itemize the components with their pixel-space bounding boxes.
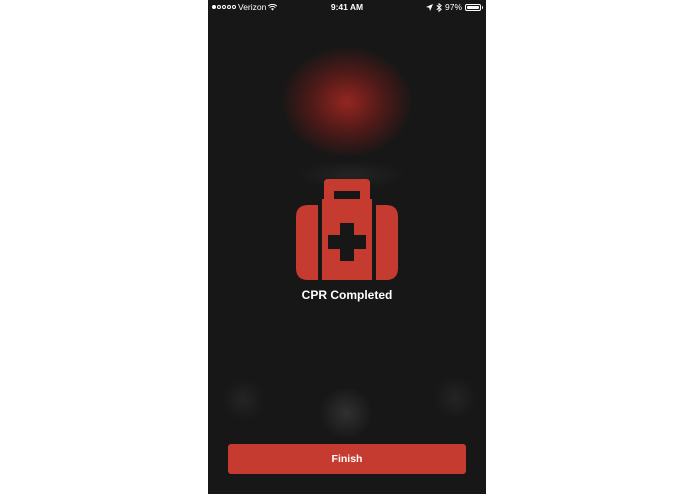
blurred-heart-background: [282, 47, 412, 157]
blurred-background-dot: [432, 378, 478, 418]
finish-button-label: Finish: [331, 453, 363, 465]
first-aid-kit-icon: [296, 179, 398, 280]
finish-button[interactable]: Finish: [228, 444, 466, 474]
status-bar-right: 97%: [425, 2, 483, 12]
bluetooth-icon: [436, 2, 442, 12]
blurred-background-dot: [220, 380, 266, 420]
location-arrow-icon: [425, 3, 433, 11]
status-bar: Verizon 9:41 AM 97%: [208, 0, 486, 14]
battery-level: [467, 5, 479, 9]
battery-percentage: 97%: [444, 2, 462, 12]
battery-icon: [465, 3, 483, 11]
blurred-background-dot: [318, 388, 374, 438]
cpr-status-label: CPR Completed: [301, 288, 393, 302]
